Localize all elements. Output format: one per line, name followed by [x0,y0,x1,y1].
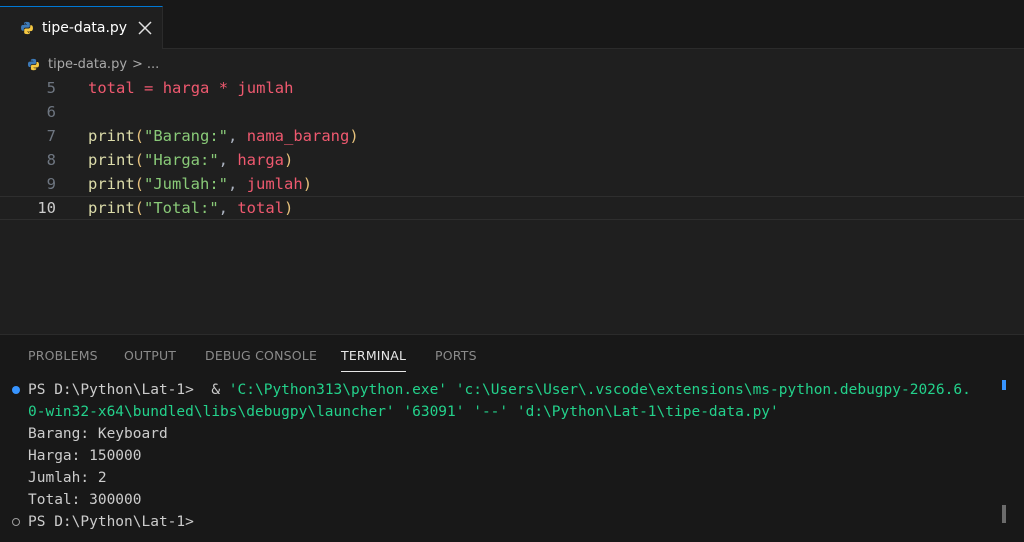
code-token: , [228,127,247,145]
code-text: print("Harga:", harga) [88,148,293,172]
vscode-window: tipe-data.py tipe-data.py > ... 5 total =… [0,0,1024,542]
code-text: print("Barang:", nama_barang) [88,124,359,148]
tab-debug-console[interactable]: DEBUG CONSOLE [205,348,317,363]
code-token: harga [162,79,210,97]
line-number: 9 [46,175,56,193]
code-token: ( [134,199,145,217]
code-token: print [88,175,135,193]
code-token: "Jumlah:" [144,175,229,193]
code-token: jumlah [246,175,303,193]
code-token: * [218,79,229,97]
code-editor[interactable]: 5 total = harga * jumlah 6 7 print("Barang:"… [0,78,1024,334]
code-token: , [228,175,247,193]
scrollbar-marker [1002,380,1006,390]
terminal-output-line: Jumlah: 2 [28,470,107,486]
code-token: print [88,151,135,169]
terminal-scrollbar-thumb[interactable] [1002,505,1006,523]
code-token: = [144,79,154,97]
code-token: jumlah [237,79,294,97]
python-file-icon [27,58,40,70]
code-line[interactable]: 8 print("Harga:", harga) [0,148,1024,172]
editor-tab-bar: tipe-data.py [0,6,1024,49]
code-token: "Total:" [144,199,219,217]
code-text: print("Total:", total) [88,197,293,219]
terminal-prompt-line: PS D:\Python\Lat-1> [28,514,194,530]
terminal-output-line: Barang: Keyboard [28,426,168,442]
terminal-command: 'C:\Python313\python.exe' 'c:\Users\User… [228,382,971,398]
code-token: ( [134,151,145,169]
terminal-command-line: PS D:\Python\Lat-1> & 'C:\Python313\pyth… [28,379,971,401]
line-number: 10 [37,199,56,217]
breadcrumb-symbols[interactable]: ... [147,57,159,72]
terminal-output[interactable]: PS D:\Python\Lat-1> & 'C:\Python313\pyth… [0,379,1000,539]
code-line[interactable]: 10 print("Total:", total) [0,196,1024,220]
terminal-output-line: Total: 300000 [28,492,142,508]
terminal-command-wrap: 0-win32-x64\bundled\libs\debugpy\launche… [28,401,779,423]
code-token: ) [284,151,294,169]
tab-problems[interactable]: PROBLEMS [28,348,98,363]
code-token: ( [134,127,145,145]
code-text: print("Jumlah:", jumlah) [88,172,312,196]
tab-ports[interactable]: PORTS [435,348,477,363]
breadcrumb-file[interactable]: tipe-data.py [48,57,127,72]
tab-output[interactable]: OUTPUT [124,348,176,363]
tab-tipe-data[interactable]: tipe-data.py [0,6,163,49]
command-pending-dot-icon[interactable] [12,518,20,526]
code-line[interactable]: 6 [0,100,1024,124]
code-token: harga [237,151,285,169]
line-number: 6 [46,103,56,121]
line-number: 5 [46,79,56,97]
line-number: 7 [46,127,56,145]
code-token: print [88,127,135,145]
breadcrumb: tipe-data.py > ... [0,50,1024,78]
code-token: total [88,79,135,97]
panel-tab-bar: PROBLEMS OUTPUT DEBUG CONSOLE TERMINAL P… [0,335,1024,375]
code-token: , [218,151,238,169]
code-line[interactable]: 7 print("Barang:", nama_barang) [0,124,1024,148]
code-token: ) [284,199,294,217]
code-text: total = harga * jumlah [88,76,293,100]
tab-terminal[interactable]: TERMINAL [341,348,407,372]
code-token: ( [134,175,145,193]
chevron-right-icon: > [132,56,143,72]
code-token: , [218,199,238,217]
terminal-prompt: PS D:\Python\Lat-1> [28,382,194,398]
code-token: nama_barang [246,127,350,145]
code-token: "Barang:" [144,127,229,145]
code-token: total [237,199,285,217]
code-line[interactable]: 5 total = harga * jumlah [0,76,1024,100]
close-icon[interactable] [137,20,153,36]
python-file-icon [21,21,33,35]
terminal-output-line: Harga: 150000 [28,448,142,464]
bottom-panel: PROBLEMS OUTPUT DEBUG CONSOLE TERMINAL P… [0,334,1024,542]
code-line[interactable]: 9 print("Jumlah:", jumlah) [0,172,1024,196]
command-success-dot-icon[interactable] [12,386,20,394]
code-token: ) [349,127,359,145]
code-token: print [88,199,135,217]
tab-label: tipe-data.py [42,20,128,36]
terminal-command-cont: 0-win32-x64\bundled\libs\debugpy\launche… [28,404,779,420]
code-token: ) [302,175,313,193]
code-token: "Harga:" [144,151,219,169]
terminal-amp: & [193,382,229,398]
line-number: 8 [46,151,56,169]
